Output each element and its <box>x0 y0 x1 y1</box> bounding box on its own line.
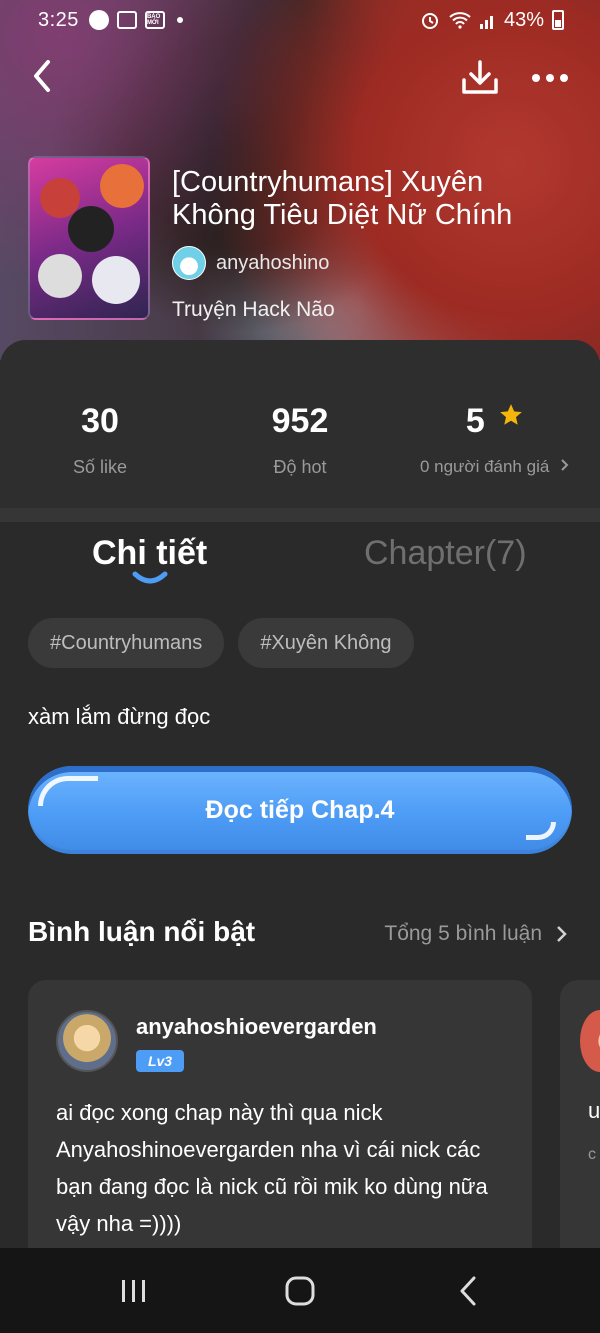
chevron-right-icon[interactable] <box>552 922 572 946</box>
battery-percent: 43% <box>503 8 544 31</box>
signal-icon <box>479 16 493 29</box>
status-time: 3:25 <box>38 8 79 31</box>
hot-value: 952 <box>271 402 329 440</box>
battery-icon <box>552 10 564 30</box>
download-icon[interactable] <box>458 56 502 100</box>
story-title: [Countryhumans] Xuyên Không Tiêu Diệt Nữ… <box>172 166 513 231</box>
tag-list: #Countryhumans #Xuyên Không <box>28 618 414 668</box>
button-shine-decoration <box>526 822 556 840</box>
tab-bar: Chi tiết Chapter(7) <box>0 534 600 594</box>
story-description: xàm lắm đừng đọc <box>28 704 211 729</box>
comment-meta: c <box>588 1146 596 1163</box>
notification-dot-icon <box>176 17 183 23</box>
likes-label: Số like <box>72 457 128 477</box>
commenter-avatar <box>580 1010 600 1072</box>
home-icon[interactable] <box>282 1274 318 1308</box>
comment-text: ai đọc xong chap này thì qua nick Anyaho… <box>56 1100 488 1236</box>
back-icon[interactable] <box>452 1274 488 1308</box>
rating-label: 0 người đánh giá <box>419 457 550 476</box>
tab-detail[interactable]: Chi tiết <box>92 534 207 573</box>
button-shine-decoration <box>38 776 98 806</box>
story-genre[interactable]: Truyện Hack Não <box>172 298 335 322</box>
chevron-right-icon <box>561 459 569 471</box>
rating-stat[interactable]: 5 0 người đánh giá <box>390 402 600 477</box>
comment-card[interactable]: u c <box>560 980 600 1270</box>
alarm-icon <box>421 13 438 29</box>
continue-reading-label: Đọc tiếp Chap.4 <box>205 795 395 824</box>
tag-chip[interactable]: #Xuyên Không <box>238 618 414 668</box>
gallery-icon <box>116 11 137 29</box>
comments-title: Bình luận nổi bật <box>28 916 256 947</box>
comments-count-link[interactable]: Tổng 5 bình luận <box>384 922 542 946</box>
comment-text: u <box>588 1098 600 1123</box>
author-link[interactable]: anyahoshino <box>172 246 329 280</box>
commenter-avatar[interactable] <box>56 1010 118 1072</box>
messenger-icon <box>88 10 109 30</box>
top-navigation <box>0 52 600 100</box>
commenter-name[interactable]: anyahoshioevergarden <box>136 1014 377 1040</box>
comment-card[interactable]: anyahoshioevergarden Lv3 ai đọc xong cha… <box>28 980 532 1270</box>
likes-value: 30 <box>81 402 119 440</box>
tag-chip[interactable]: #Countryhumans <box>28 618 225 668</box>
status-bar: 3:25 BÁO MỚI 43% <box>0 0 600 40</box>
story-cover[interactable] <box>28 156 150 320</box>
likes-stat: 30 Số like <box>0 402 200 478</box>
author-avatar <box>172 246 206 280</box>
level-badge: Lv3 <box>136 1050 184 1072</box>
news-app-icon: BÁO MỚI <box>144 11 165 29</box>
story-detail-sheet: 30 Số like 952 Độ hot 5 0 người đánh giá… <box>0 340 600 1270</box>
wifi-icon <box>449 12 471 29</box>
hot-label: Độ hot <box>273 457 327 477</box>
more-options-icon[interactable] <box>528 56 572 100</box>
back-arrow-icon[interactable] <box>24 56 64 96</box>
rating-value: 5 <box>465 402 485 440</box>
system-navigation-bar <box>0 1248 600 1333</box>
author-name: anyahoshino <box>216 251 330 274</box>
comments-header: Bình luận nổi bật Tổng 5 bình luận <box>28 916 572 956</box>
stats-panel: 30 Số like 952 Độ hot 5 0 người đánh giá <box>0 340 600 508</box>
tab-chapter[interactable]: Chapter(7) <box>364 534 527 573</box>
active-tab-indicator <box>132 571 168 584</box>
recent-apps-icon[interactable] <box>116 1274 152 1308</box>
star-icon <box>500 404 523 425</box>
continue-reading-button[interactable]: Đọc tiếp Chap.4 <box>28 766 572 854</box>
section-divider <box>0 508 600 522</box>
hot-stat: 952 Độ hot <box>200 402 400 478</box>
